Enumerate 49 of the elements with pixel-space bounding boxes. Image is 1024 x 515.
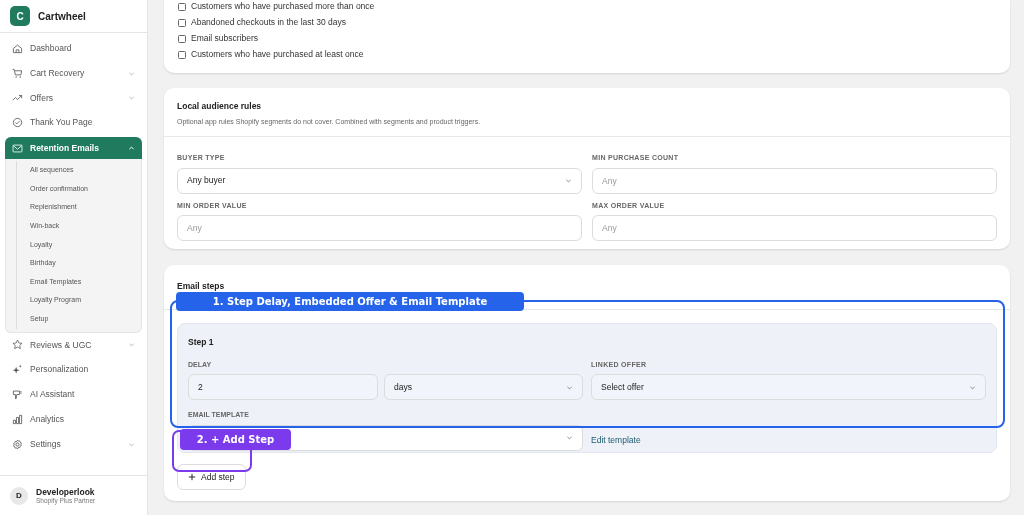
edit-template-link[interactable]: Edit template [591, 434, 641, 447]
brand-logo: C [10, 6, 30, 26]
sidebar-item[interactable]: Retention Emails [5, 137, 142, 160]
home-icon [12, 42, 23, 54]
sidebar-item[interactable]: Offers [5, 85, 142, 111]
callout-label: 2. + Add Step [180, 429, 291, 450]
input-field[interactable]: Any [592, 215, 997, 242]
card-title: Email steps [177, 281, 225, 291]
checkbox-label: Email subscribers [191, 32, 259, 45]
sidebar-item[interactable]: Analytics [5, 406, 142, 432]
user-name: Developerlook [36, 486, 96, 497]
user-avatar: D [10, 486, 28, 505]
chevron-icon [566, 434, 573, 442]
checkbox-label: Abandoned checkouts in the last 30 days [191, 16, 346, 29]
checkbox[interactable] [178, 2, 186, 11]
sidebar-item[interactable]: Reviews & UGC [5, 332, 142, 358]
settings-icon [12, 438, 23, 450]
chevron-icon [128, 341, 135, 349]
chevron-icon [128, 94, 135, 102]
sidebar-item[interactable]: Settings [5, 431, 142, 457]
delay-input[interactable]: 2 [188, 374, 378, 401]
add-step-button[interactable]: Add step [177, 464, 246, 490]
card-title: Local audience rules [177, 100, 263, 113]
chevron-icon [128, 144, 135, 152]
checkbox-label: Customers who have purchased more than once [191, 0, 375, 13]
checkbox-label: Customers who have purchased at least once [191, 48, 364, 61]
step-title: Step 1 [188, 336, 215, 349]
bar-chart-icon [12, 413, 23, 425]
envelope-icon [12, 142, 23, 154]
plus-icon [188, 473, 196, 481]
star-icon [12, 339, 23, 351]
select-field[interactable]: Any buyer [177, 167, 582, 194]
chevron-icon [565, 177, 572, 185]
check-circle-icon [12, 117, 23, 129]
sidebar-item[interactable]: Personalization [5, 357, 142, 383]
sidebar-item[interactable]: Dashboard [5, 36, 142, 61]
checkbox[interactable] [178, 50, 186, 59]
sidebar-item[interactable]: Thank You Page [5, 110, 142, 136]
input-field[interactable]: Any [592, 167, 997, 194]
brand-name: Cartwheel [38, 9, 86, 24]
input-field[interactable]: Any [177, 215, 582, 242]
unit-select[interactable]: days [384, 374, 583, 401]
checkbox[interactable] [178, 34, 186, 43]
sidebar-item[interactable]: AI Assistant [5, 382, 142, 407]
checkbox[interactable] [178, 18, 186, 27]
callout-label: 1. Step Delay, Embedded Offer & Email Template [176, 292, 524, 311]
offer-select[interactable]: Select offer [591, 374, 986, 401]
sidebar-item[interactable]: Cart Recovery [5, 60, 142, 86]
cart-icon [12, 67, 23, 79]
